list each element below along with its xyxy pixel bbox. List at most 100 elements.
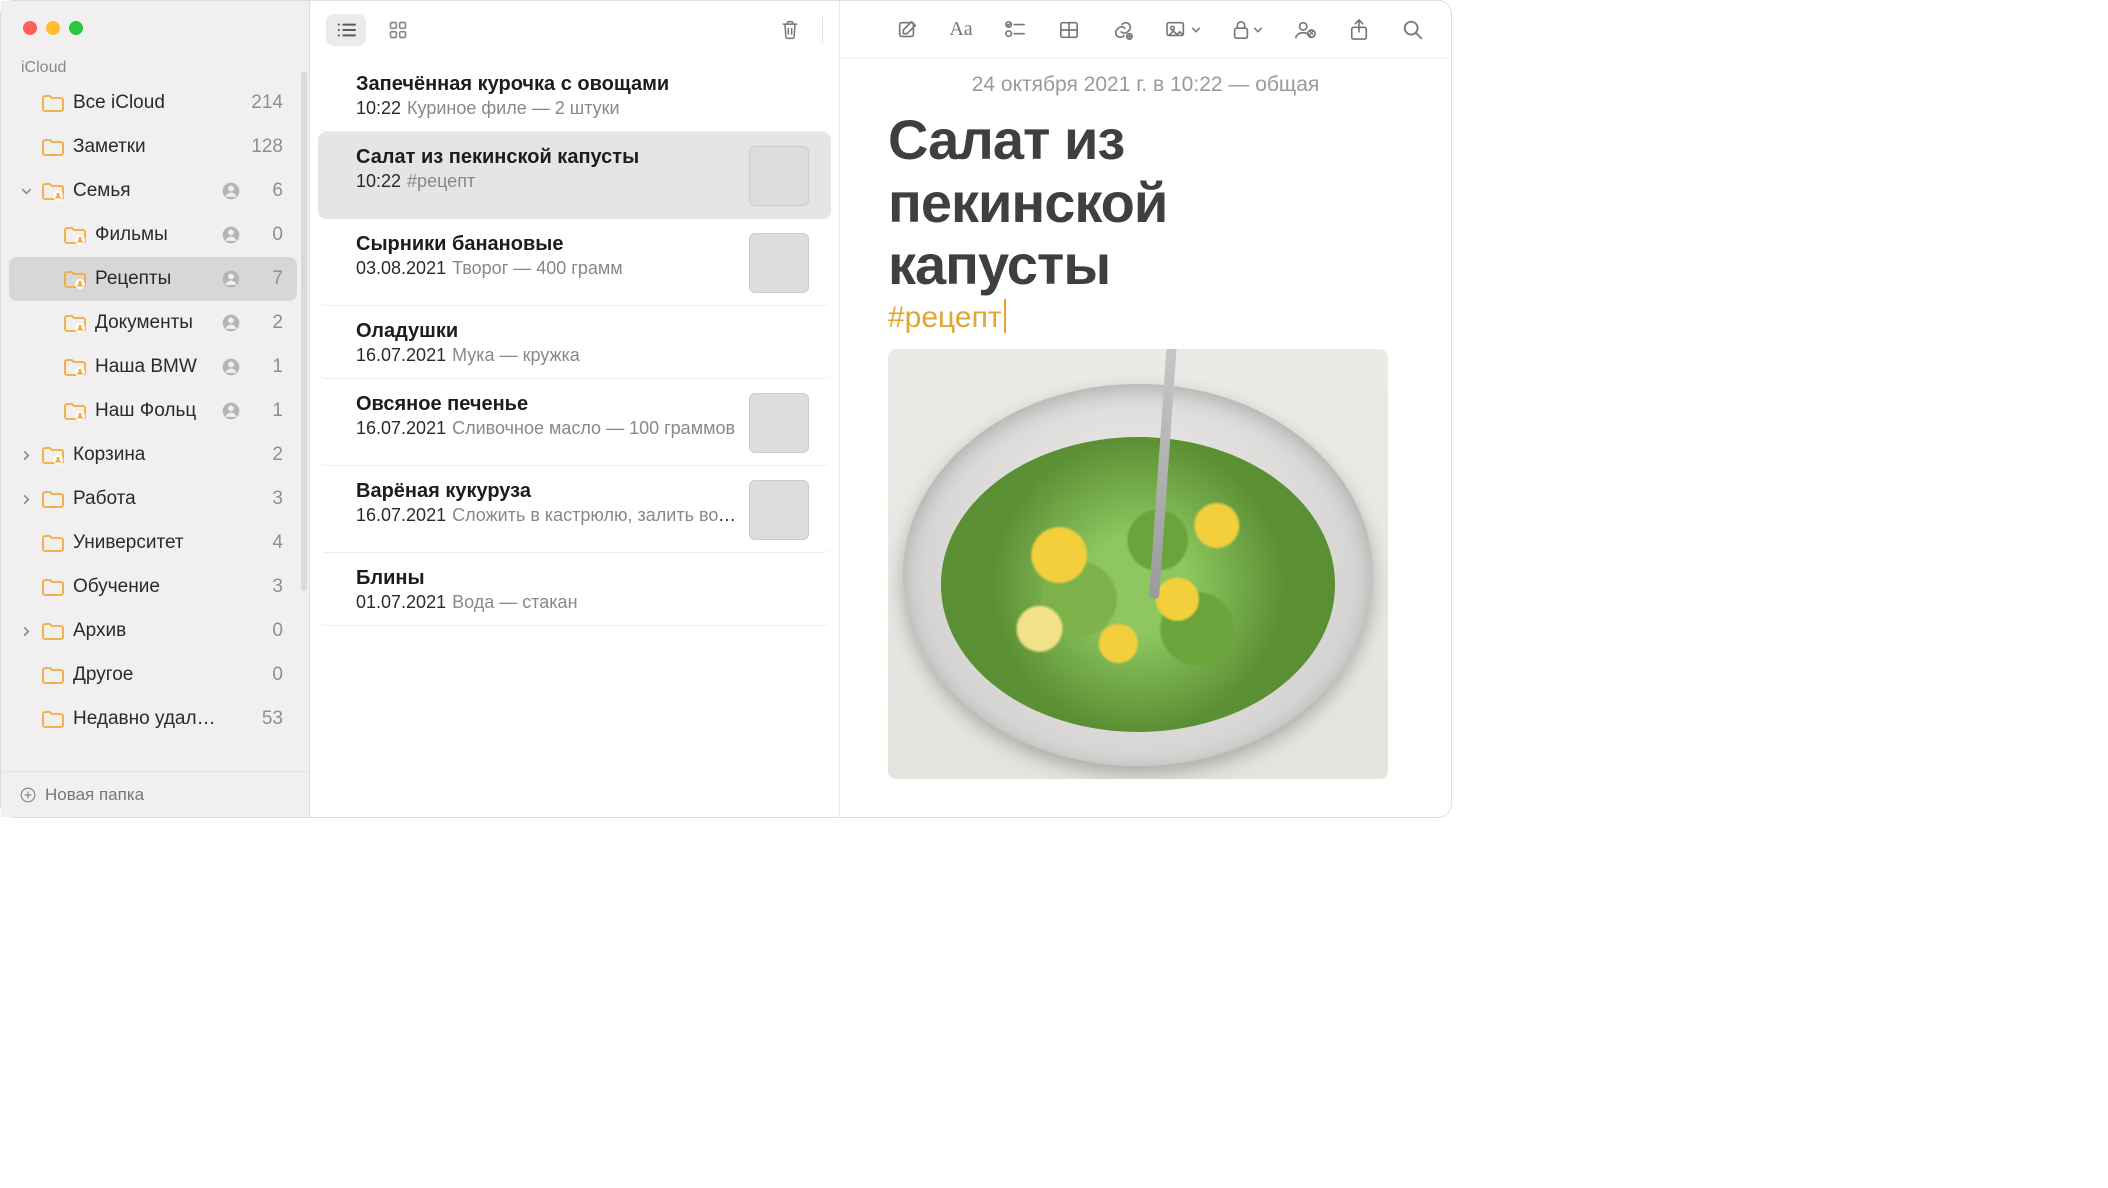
format-button[interactable]: Aa (941, 14, 981, 46)
link-button[interactable] (1103, 14, 1143, 46)
note-image[interactable] (888, 349, 1388, 779)
note-body[interactable]: Салат из пекинской капусты #рецепт (840, 103, 1451, 785)
compose-icon (896, 19, 918, 41)
note-item[interactable]: Салат из пекинской капусты10:22#рецепт (318, 132, 831, 219)
note-item-snippet: Творог — 400 грамм (452, 258, 623, 278)
note-item-title: Варёная кукуруза (356, 480, 737, 503)
folder-count: 2 (243, 444, 283, 466)
folder-label: Рецепты (95, 268, 221, 290)
note-thumbnail (749, 393, 809, 453)
media-button[interactable] (1157, 14, 1209, 46)
new-folder-button[interactable]: Новая папка (1, 771, 309, 817)
folder-label: Наш Фольц (95, 400, 221, 422)
text-cursor (1004, 299, 1006, 333)
note-item[interactable]: Запечённая курочка с овощами10:22Куриное… (318, 59, 831, 132)
folder-icon (63, 357, 87, 377)
sidebar-folder[interactable]: Рецепты 7 (9, 257, 297, 301)
view-list-button[interactable] (326, 14, 366, 46)
folder-icon (41, 709, 65, 729)
folder-count: 4 (243, 532, 283, 554)
note-item[interactable]: Оладушки16.07.2021Мука — кружка (318, 306, 831, 379)
image-icon (1165, 20, 1189, 40)
close-icon[interactable] (23, 21, 37, 35)
lock-button[interactable] (1223, 14, 1271, 46)
table-icon (1058, 20, 1080, 40)
list-toolbar (310, 1, 839, 59)
sidebar: iCloud Все iCloud214Заметки128Семья6Филь… (1, 1, 310, 817)
folder-icon (41, 533, 65, 553)
note-item-title: Салат из пекинской капусты (356, 146, 737, 169)
folder-count: 3 (243, 576, 283, 598)
chevron-right-icon[interactable] (21, 494, 41, 505)
note-item-snippet: Сложить в кастрюлю, залить вод… (452, 505, 737, 525)
folder-count: 53 (243, 708, 283, 730)
note-item-date: 16.07.2021 (356, 418, 446, 438)
sidebar-folder[interactable]: Университет 4 (9, 521, 297, 565)
folder-label: Другое (73, 664, 221, 686)
sidebar-folder[interactable]: Недавно удал… 53 (9, 697, 297, 741)
fullscreen-icon[interactable] (69, 21, 83, 35)
sidebar-folder[interactable]: Обучение 3 (9, 565, 297, 609)
table-button[interactable] (1049, 14, 1089, 46)
folder-label: Наша BMW (95, 356, 221, 378)
sidebar-folder[interactable]: Наш Фольц1 (9, 389, 297, 433)
shared-badge-icon (221, 357, 243, 377)
note-item-date: 16.07.2021 (356, 505, 446, 525)
folder-count: 7 (243, 268, 283, 290)
folder-label: Семья (73, 180, 221, 202)
sidebar-folder[interactable]: Работа3 (9, 477, 297, 521)
folder-icon (41, 93, 65, 113)
share-button[interactable] (1339, 14, 1379, 46)
note-item[interactable]: Сырники банановые03.08.2021Творог — 400 … (318, 219, 831, 306)
view-grid-button[interactable] (378, 14, 418, 46)
section-label: iCloud (1, 45, 309, 81)
scrollbar[interactable] (301, 71, 307, 591)
note-thumbnail (749, 480, 809, 540)
folder-label: Документы (95, 312, 221, 334)
note-item[interactable]: Блины01.07.2021Вода — стакан (318, 553, 831, 626)
chevron-right-icon[interactable] (21, 626, 41, 637)
folder-icon (41, 665, 65, 685)
lock-icon (1231, 19, 1251, 41)
note-item[interactable]: Варёная кукуруза16.07.2021 Сложить в каст… (318, 466, 831, 553)
notes-column: Запечённая курочка с овощами10:22Куриное… (310, 1, 840, 817)
sidebar-folder[interactable]: Архив0 (9, 609, 297, 653)
note-item-date: 10:22 (356, 171, 401, 191)
sidebar-folder[interactable]: Заметки128 (9, 125, 297, 169)
sidebar-folder[interactable]: Фильмы0 (9, 213, 297, 257)
checklist-icon (1004, 20, 1026, 40)
folder-icon (63, 401, 87, 421)
folder-label: Обучение (73, 576, 221, 598)
folder-icon (41, 489, 65, 509)
note-title[interactable]: Салат из пекинской капусты (888, 109, 1403, 297)
note-item-date: 10:22 (356, 98, 401, 118)
checklist-button[interactable] (995, 14, 1035, 46)
chevron-down-icon (1191, 25, 1201, 35)
search-button[interactable] (1393, 14, 1433, 46)
folder-label: Недавно удал… (73, 708, 221, 730)
sidebar-folder[interactable]: Семья6 (9, 169, 297, 213)
toolbar-separator (822, 17, 823, 43)
sidebar-folder[interactable]: Все iCloud214 (9, 81, 297, 125)
chevron-down-icon[interactable] (21, 186, 41, 197)
collaborate-button[interactable] (1285, 14, 1325, 46)
note-list: Запечённая курочка с овощами10:22Куриное… (310, 59, 839, 817)
note-item[interactable]: Овсяное печенье16.07.2021Сливочное масло… (318, 379, 831, 466)
folder-icon (41, 621, 65, 641)
plus-circle-icon (19, 786, 37, 804)
collaborate-icon (1293, 19, 1317, 41)
sidebar-folder[interactable]: Корзина2 (9, 433, 297, 477)
chevron-right-icon[interactable] (21, 450, 41, 461)
sidebar-folder[interactable]: Документы2 (9, 301, 297, 345)
folder-label: Университет (73, 532, 221, 554)
note-item-title: Оладушки (356, 320, 809, 343)
share-icon (1349, 18, 1369, 42)
delete-button[interactable] (770, 14, 810, 46)
folder-icon (63, 313, 87, 333)
sidebar-folder[interactable]: Другое0 (9, 653, 297, 697)
compose-button[interactable] (887, 14, 927, 46)
minimize-icon[interactable] (46, 21, 60, 35)
sidebar-folder[interactable]: Наша BMW1 (9, 345, 297, 389)
note-tag[interactable]: #рецепт (888, 301, 1002, 335)
note-item-snippet: Мука — кружка (452, 345, 580, 365)
